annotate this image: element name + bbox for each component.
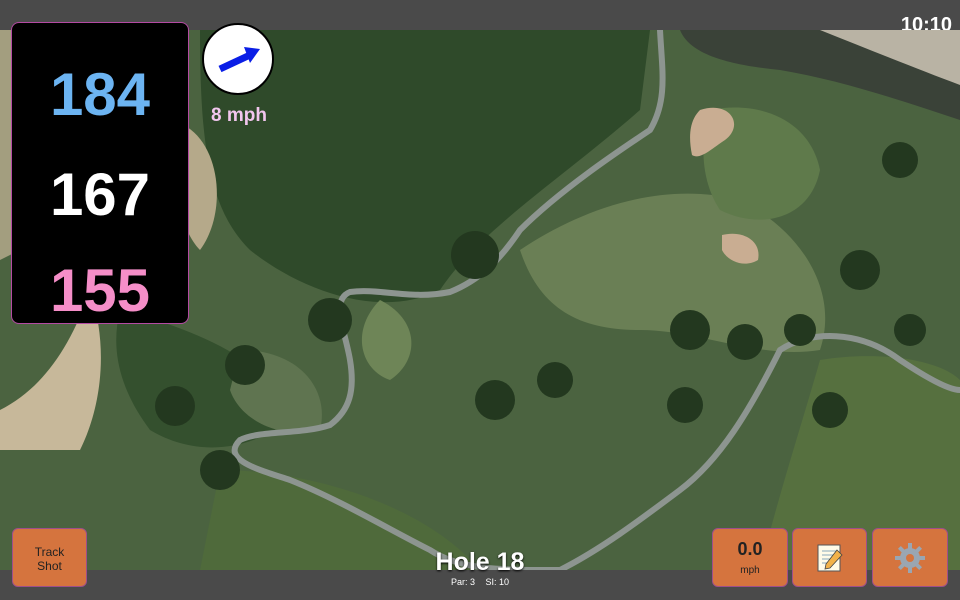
settings-button[interactable]	[872, 528, 948, 587]
front-distance: 155	[49, 257, 151, 324]
hole-meta: Par: 3 SI: 10	[380, 577, 580, 587]
speed-button[interactable]: 0.0 mph	[712, 528, 788, 587]
hole-title: Hole 18	[435, 548, 525, 576]
hole-stroke-index: SI: 10	[485, 577, 510, 587]
notepad-icon	[793, 529, 866, 586]
gear-icon	[873, 529, 947, 586]
wind-indicator[interactable]	[202, 23, 274, 95]
notes-button[interactable]	[792, 528, 867, 587]
wind-speed-label: 8 mph	[211, 105, 267, 126]
speed-value: 0.0	[737, 539, 763, 559]
track-shot-label-line1: Track	[34, 545, 65, 559]
track-shot-label-line2: Shot	[37, 559, 62, 573]
speed-unit: mph	[740, 565, 760, 576]
back-distance: 184	[49, 61, 151, 128]
track-shot-button[interactable]: Track Shot	[12, 528, 87, 587]
wind-arrow-icon	[218, 47, 260, 73]
hole-par: Par: 3	[450, 577, 475, 587]
distance-panel: 184 167 155	[11, 22, 189, 324]
middle-distance: 167	[49, 161, 151, 228]
